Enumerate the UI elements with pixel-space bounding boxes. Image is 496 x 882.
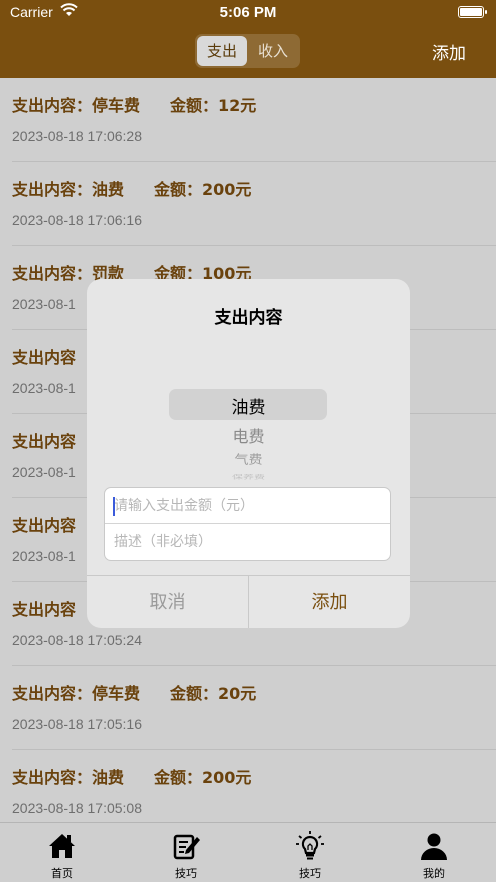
item-time: 2023-08-1 (12, 380, 76, 396)
picker-option[interactable]: 电费 (87, 423, 410, 447)
item-time: 2023-08-18 17:06:28 (12, 128, 142, 144)
item-time: 2023-08-18 17:05:24 (12, 632, 142, 648)
item-time: 2023-08-18 17:06:16 (12, 212, 142, 228)
notepad-pen-icon (173, 834, 200, 860)
item-content: 支出内容 (12, 600, 77, 619)
item-amount: 金额：200元 (154, 180, 252, 199)
dialog-buttons: 取消 添加 (87, 575, 410, 628)
segmented-control: 支出 收入 (195, 34, 300, 68)
lightbulb-icon (296, 831, 324, 860)
item-time: 2023-08-18 17:05:16 (12, 716, 142, 732)
tab-label: 技巧 (299, 867, 321, 880)
add-button[interactable]: 添加 (432, 39, 466, 64)
list-item[interactable]: 支出内容：油费 金额：200元 2023-08-18 17:06:16 (12, 162, 496, 246)
segment-income[interactable]: 收入 (248, 36, 298, 66)
tab-tips-2[interactable]: 技巧 (248, 823, 372, 882)
confirm-add-button[interactable]: 添加 (249, 576, 410, 628)
category-picker[interactable]: 油费 电费 气费 保养费 (87, 349, 410, 481)
person-icon (421, 833, 447, 860)
picker-option-selected[interactable]: 油费 (87, 393, 410, 418)
item-amount: 金额：12元 (170, 96, 257, 115)
status-bar: Carrier 5:06 PM (0, 0, 496, 26)
dialog-title: 支出内容 (214, 308, 283, 328)
item-time: 2023-08-18 17:05:08 (12, 800, 142, 816)
tab-tips[interactable]: 技巧 (124, 823, 248, 882)
item-content: 支出内容：油费 (12, 180, 125, 199)
text-cursor (113, 497, 115, 516)
item-content: 支出内容：停车费 (12, 96, 141, 115)
item-content: 支出内容：油费 (12, 768, 125, 787)
item-amount: 金额：20元 (170, 684, 257, 703)
cancel-button[interactable]: 取消 (87, 576, 249, 628)
tab-label: 我的 (423, 867, 445, 880)
tab-label: 首页 (51, 867, 73, 880)
item-content: 支出内容 (12, 348, 77, 367)
picker-option[interactable]: 保养费 (87, 473, 410, 481)
add-expense-dialog: 支出内容 油费 电费 气费 保养费 取消 添加 (87, 279, 410, 628)
tab-bar: 首页 技巧 技巧 我的 (0, 822, 496, 882)
item-content: 支出内容 (12, 432, 77, 451)
input-group (104, 487, 391, 561)
item-amount: 金额：200元 (154, 768, 252, 787)
item-content: 支出内容：停车费 (12, 684, 141, 703)
list-item[interactable]: 支出内容：停车费 金额：20元 2023-08-18 17:05:16 (12, 666, 496, 750)
item-time: 2023-08-1 (12, 464, 76, 480)
tab-home[interactable]: 首页 (0, 823, 124, 882)
battery-icon (458, 6, 487, 18)
picker-option[interactable]: 气费 (87, 451, 410, 468)
home-icon (49, 834, 75, 858)
nav-bar: 支出 收入 添加 (0, 26, 496, 78)
list-item[interactable]: 支出内容：停车费 金额：12元 2023-08-18 17:06:28 (12, 78, 496, 162)
tab-label: 技巧 (175, 867, 197, 880)
segment-expense[interactable]: 支出 (197, 36, 247, 66)
item-time: 2023-08-1 (12, 296, 76, 312)
item-content: 支出内容 (12, 516, 77, 535)
item-time: 2023-08-1 (12, 548, 76, 564)
clock: 5:06 PM (219, 4, 277, 21)
tab-mine[interactable]: 我的 (372, 823, 496, 882)
description-input[interactable] (105, 524, 390, 560)
amount-input[interactable] (105, 488, 390, 524)
